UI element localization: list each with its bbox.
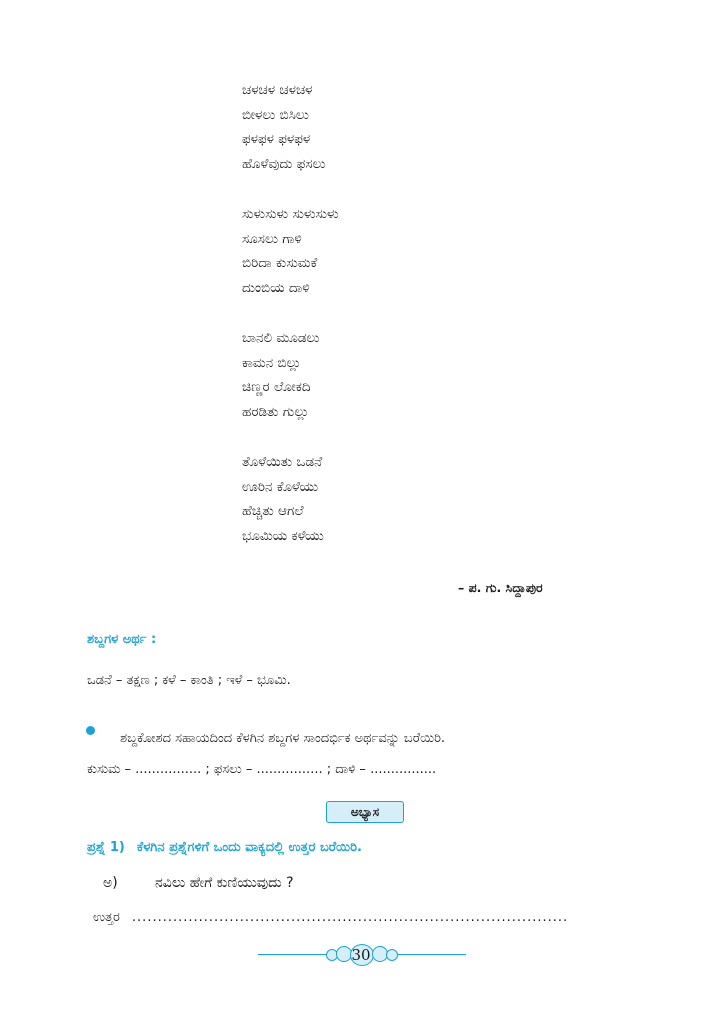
poem-line: ಬಿರಿದಾ ಕುಸುಮಕೆ bbox=[242, 255, 318, 271]
question-text: ಕೆಳಗಿನ ಪ್ರಶ್ನೆಗಳಿಗೆ ಒಂದು ವಾಕ್ಯದಲ್ಲಿ ಉತ್ತ… bbox=[136, 840, 362, 855]
sub-question: ಅ) ನವಿಲು ಹೇಗೆ ಕುಣಿಯುವುದು ? bbox=[103, 875, 294, 891]
exercise-instruction: ಶಬ್ದಕೋಶದ ಸಹಾಯದಿಂದ ಕೆಳಗಿನ ಶಬ್ದಗಳ ಸಾಂದರ್ಭಿ… bbox=[120, 731, 446, 746]
poem-line: ಸುಳುಸುಳು ಸುಳುಸುಳು bbox=[242, 206, 339, 222]
sub-question-label: ಅ) bbox=[103, 875, 118, 891]
answer-line: ಉತ್ತರ...................................… bbox=[93, 910, 568, 925]
question-number: ಪ್ರಶ್ನೆ 1) bbox=[87, 840, 125, 855]
poem: ಚಳಚಳ ಚಳಚಳ ಬೀಳಲು ಬಿಸಿಲು ಫಳಫಳ ಫಳಫಳ ಹೊಳೆವುದ… bbox=[242, 78, 339, 574]
poem-stanza: ಬಾನಲಿ ಮೂಡಲು ಕಾಮನ ಬಿಲ್ಲು ಚಿಣ್ಣರ ಲೋಕದಿ ಹರಡ… bbox=[242, 326, 339, 424]
exercise-blanks: ಕುಸುಮ – ................ ; ಫಸಲು – ......… bbox=[87, 762, 437, 777]
poem-line: ಹೆಚ್ಚಿತು ಆಗಲೆ bbox=[242, 503, 304, 519]
poem-line: ಬೀಳಲು ಬಿಸಿಲು bbox=[242, 106, 309, 123]
word-meanings-heading: ಶಬ್ದಗಳ ಅರ್ಥ : bbox=[87, 632, 157, 647]
poem-stanza: ತೊಳೆಯಿತು ಒಡನೆ ಊರಿನ ಕೊಳೆಯು ಹೆಚ್ಚಿತು ಆಗಲೆ … bbox=[242, 450, 339, 548]
sub-question-text: ನವಿಲು ಹೇಗೆ ಕುಣಿಯುವುದು ? bbox=[155, 875, 294, 891]
poem-line: ತೊಳೆಯಿತು ಒಡನೆ bbox=[242, 454, 323, 470]
word-meanings-text: ಒಡನೆ – ತಕ್ಷಣ ; ಕಳೆ – ಕಾಂತಿ ; ಇಳೆ – ಭೂಮಿ. bbox=[87, 673, 291, 688]
poem-line: ಊರಿನ ಕೊಳೆಯು bbox=[242, 478, 319, 495]
answer-dots: ........................................… bbox=[131, 910, 569, 925]
practice-badge: ಅಭ್ಯಾಸ bbox=[326, 801, 404, 823]
page-number: 30 bbox=[351, 946, 371, 964]
poem-line: ಭೂಮಿಯ ಕಳೆಯು bbox=[242, 527, 324, 544]
poem-stanza: ಸುಳುಸುಳು ಸುಳುಸುಳು ಸೂಸಲು ಗಾಳಿ ಬಿರಿದಾ ಕುಸು… bbox=[242, 202, 339, 300]
poem-line: ಬಾನಲಿ ಮೂಡಲು bbox=[242, 330, 320, 346]
poem-line: ದುಂಬಿಯ ದಾಳಿ bbox=[242, 279, 310, 296]
page-ornament-circle bbox=[386, 949, 398, 961]
poem-line: ಹೊಳೆವುದು ಫಸಲು bbox=[242, 155, 326, 172]
poem-line: ಹರಡಿತು ಗುಲ್ಲು bbox=[242, 403, 309, 420]
poem-line: ಚಿಣ್ಣರ ಲೋಕದಿ bbox=[242, 379, 311, 395]
bullet-icon bbox=[86, 726, 95, 735]
poem-line: ಫಳಫಳ ಫಳಫಳ bbox=[242, 131, 311, 147]
poem-line: ಸೂಸಲು ಗಾಳಿ bbox=[242, 230, 302, 247]
answer-label: ಉತ್ತರ bbox=[93, 910, 120, 925]
poem-line: ಕಾಮನ ಬಿಲ್ಲು bbox=[242, 354, 302, 371]
question-heading: ಪ್ರಶ್ನೆ 1) ಕೆಳಗಿನ ಪ್ರಶ್ನೆಗಳಿಗೆ ಒಂದು ವಾಕ್ಯ… bbox=[87, 840, 362, 855]
poem-author: – ಪ. ಗು. ಸಿದ್ದಾಪುರ bbox=[458, 580, 543, 595]
poem-line: ಚಳಚಳ ಚಳಚಳ bbox=[242, 82, 313, 98]
poem-stanza: ಚಳಚಳ ಚಳಚಳ ಬೀಳಲು ಬಿಸಿಲು ಫಳಫಳ ಫಳಫಳ ಹೊಳೆವುದ… bbox=[242, 78, 339, 176]
